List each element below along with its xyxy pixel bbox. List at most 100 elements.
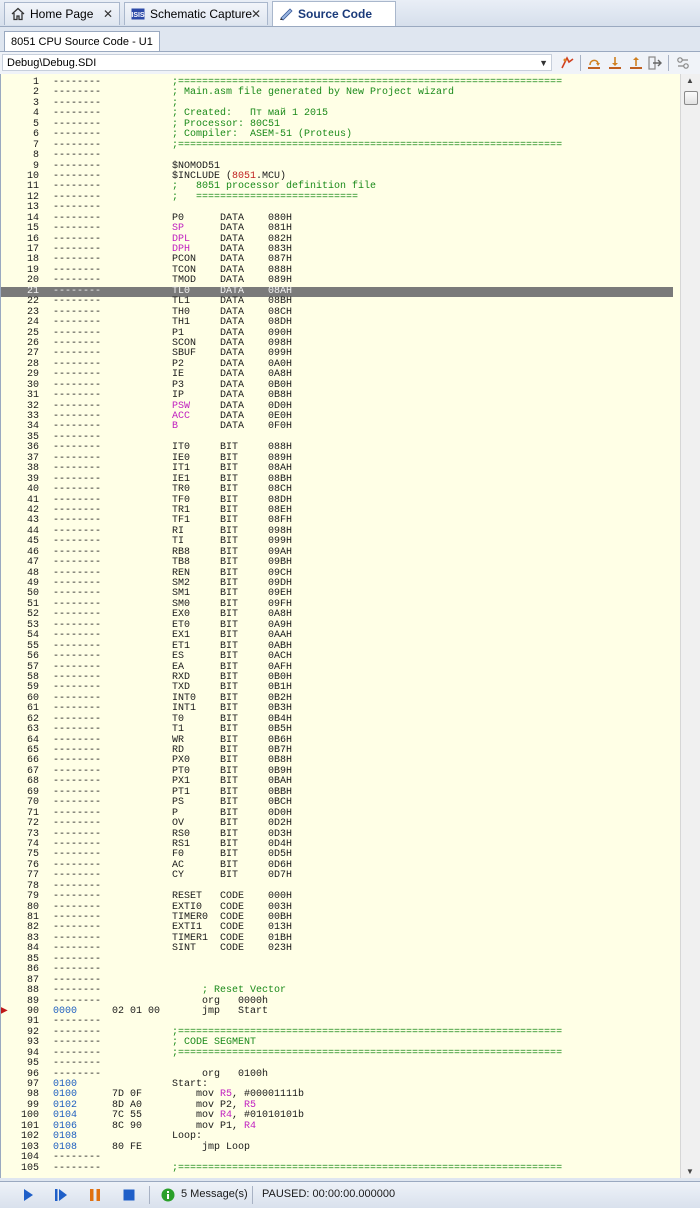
tab-cpu-source[interactable]: 8051 CPU Source Code - U1 xyxy=(4,31,160,51)
code-line[interactable]: 52 -------- EX0 BIT 0A8H xyxy=(1,609,673,620)
code-line[interactable]: 71 -------- P BIT 0D0H xyxy=(1,808,673,819)
code-line[interactable]: 73 -------- RS0 BIT 0D3H xyxy=(1,829,673,840)
code-line[interactable]: 57 -------- EA BIT 0AFH xyxy=(1,662,673,673)
code-line[interactable]: 76 -------- AC BIT 0D6H xyxy=(1,860,673,871)
code-line[interactable]: 20 -------- TMOD DATA 089H xyxy=(1,275,673,286)
code-line[interactable]: 13 -------- xyxy=(1,202,673,213)
code-line[interactable]: 60 -------- INT0 BIT 0B2H xyxy=(1,693,673,704)
code-line[interactable]: 16 -------- DPL DATA 082H xyxy=(1,234,673,245)
close-icon[interactable]: ✕ xyxy=(103,7,113,21)
code-line[interactable]: 95 -------- xyxy=(1,1058,673,1069)
code-line[interactable]: 85 -------- xyxy=(1,954,673,965)
code-line[interactable]: 19 -------- TCON DATA 088H xyxy=(1,265,673,276)
code-line[interactable]: 70 -------- PS BIT 0BCH xyxy=(1,797,673,808)
close-icon[interactable]: ✕ xyxy=(251,7,261,21)
code-line[interactable]: 26 -------- SCON DATA 098H xyxy=(1,338,673,349)
code-line[interactable]: 36 -------- IT0 BIT 088H xyxy=(1,442,673,453)
code-line[interactable]: 105 -------- ;============================… xyxy=(1,1163,673,1174)
code-line[interactable]: 23 -------- TH0 DATA 08CH xyxy=(1,307,673,318)
code-line[interactable]: 27 -------- SBUF DATA 099H xyxy=(1,348,673,359)
code-line[interactable]: 47 -------- TB8 BIT 09BH xyxy=(1,557,673,568)
step-out-button[interactable] xyxy=(627,54,645,72)
code-line[interactable]: 64 -------- WR BIT 0B6H xyxy=(1,735,673,746)
code-line[interactable]: 51 -------- SM0 BIT 09FH xyxy=(1,599,673,610)
code-line[interactable]: 28 -------- P2 DATA 0A0H xyxy=(1,359,673,370)
code-line[interactable]: 56 -------- ES BIT 0ACH xyxy=(1,651,673,662)
scroll-up-icon[interactable]: ▲ xyxy=(686,76,694,85)
code-line[interactable]: 30 -------- P3 DATA 0B0H xyxy=(1,380,673,391)
code-line[interactable]: 42 -------- TR1 BIT 08EH xyxy=(1,505,673,516)
step-into-button[interactable] xyxy=(606,54,624,72)
stop-button[interactable] xyxy=(121,1187,137,1203)
code-line[interactable]: 78 -------- xyxy=(1,881,673,892)
step-button[interactable] xyxy=(53,1187,69,1203)
code-line[interactable]: 74 -------- RS1 BIT 0D4H xyxy=(1,839,673,850)
step-exit-button[interactable] xyxy=(646,54,664,72)
code-line[interactable]: 99 0102 8D A0 mov P2, R5 xyxy=(1,1100,673,1111)
code-line[interactable]: ▶ 90 0000 02 01 00 jmp Start xyxy=(1,1006,673,1017)
code-line[interactable]: 14 -------- P0 DATA 080H xyxy=(1,213,673,224)
code-line[interactable]: 69 -------- PT1 BIT 0BBH xyxy=(1,787,673,798)
code-line[interactable]: 9 -------- $NOMOD51 xyxy=(1,161,673,172)
code-line[interactable]: 48 -------- REN BIT 09CH xyxy=(1,568,673,579)
code-line[interactable]: 29 -------- IE DATA 0A8H xyxy=(1,369,673,380)
code-line[interactable]: 59 -------- TXD BIT 0B1H xyxy=(1,682,673,693)
code-line[interactable]: 101 0106 8C 90 mov P1, R4 xyxy=(1,1121,673,1132)
code-line[interactable]: 80 -------- EXTI0 CODE 003H xyxy=(1,902,673,913)
code-line[interactable]: 8 -------- xyxy=(1,150,673,161)
code-line[interactable]: 33 -------- ACC DATA 0E0H xyxy=(1,411,673,422)
step-over-button[interactable] xyxy=(585,54,603,72)
code-line[interactable]: 24 -------- TH1 DATA 08DH xyxy=(1,317,673,328)
code-line[interactable]: 12 --------; =========================== xyxy=(1,192,673,203)
code-line[interactable]: 35 -------- xyxy=(1,432,673,443)
code-line[interactable]: 92 -------- ;=============================… xyxy=(1,1027,673,1038)
code-line[interactable]: 79 -------- RESET CODE 000H xyxy=(1,891,673,902)
code-line[interactable]: 55 -------- ET1 BIT 0ABH xyxy=(1,641,673,652)
code-line[interactable]: 61 -------- INT1 BIT 0B3H xyxy=(1,703,673,714)
code-line[interactable]: 49 -------- SM2 BIT 09DH xyxy=(1,578,673,589)
code-line[interactable]: 46 -------- RB8 BIT 09AH xyxy=(1,547,673,558)
code-line[interactable]: 53 -------- ET0 BIT 0A9H xyxy=(1,620,673,631)
code-line[interactable]: 102 0108 Loop: xyxy=(1,1131,673,1142)
code-line[interactable]: 87 -------- xyxy=(1,975,673,986)
code-line[interactable]: 66 -------- PX0 BIT 0B8H xyxy=(1,755,673,766)
code-line[interactable]: 75 -------- F0 BIT 0D5H xyxy=(1,849,673,860)
code-line[interactable]: 94 -------- ;=============================… xyxy=(1,1048,673,1059)
code-line[interactable]: 38 -------- IT1 BIT 08AH xyxy=(1,463,673,474)
code-line[interactable]: 84 -------- SINT CODE 023H xyxy=(1,943,673,954)
source-file-dropdown[interactable]: Debug\Debug.SDI ▼ xyxy=(2,54,552,71)
code-line[interactable]: 3 --------; xyxy=(1,98,673,109)
code-line[interactable]: 34 -------- B DATA 0F0H xyxy=(1,421,673,432)
tab-source-code[interactable]: Source Code xyxy=(272,1,396,26)
code-line[interactable]: 96 -------- org 0100h xyxy=(1,1069,673,1080)
run-to-cursor-button[interactable] xyxy=(558,54,576,72)
messages-count[interactable]: 5 Message(s) xyxy=(181,1188,248,1200)
code-line[interactable]: 37 -------- IE0 BIT 089H xyxy=(1,453,673,464)
code-line[interactable]: 63 -------- T1 BIT 0B5H xyxy=(1,724,673,735)
breakpoint-toggle-button[interactable] xyxy=(674,54,692,72)
code-line[interactable]: 45 -------- TI BIT 099H xyxy=(1,536,673,547)
code-line[interactable]: 97 0100 Start: xyxy=(1,1079,673,1090)
pause-button[interactable] xyxy=(87,1187,103,1203)
code-line[interactable]: 43 -------- TF1 BIT 08FH xyxy=(1,515,673,526)
code-line[interactable]: 17 -------- DPH DATA 083H xyxy=(1,244,673,255)
code-line[interactable]: 4 --------; Created: Пт май 1 2015 xyxy=(1,108,673,119)
code-line[interactable]: 50 -------- SM1 BIT 09EH xyxy=(1,588,673,599)
code-line[interactable]: 44 -------- RI BIT 098H xyxy=(1,526,673,537)
code-line[interactable]: 15 -------- SP DATA 081H xyxy=(1,223,673,234)
code-line[interactable]: 22 -------- TL1 DATA 08BH xyxy=(1,296,673,307)
tab-home-page[interactable]: Home Page ✕ xyxy=(4,2,120,25)
code-line[interactable]: 82 -------- EXTI1 CODE 013H xyxy=(1,922,673,933)
messages-info-button[interactable] xyxy=(160,1187,176,1203)
code-line[interactable]: 98 0100 7D 0F mov R5, #00001111b xyxy=(1,1089,673,1100)
code-line[interactable]: 62 -------- T0 BIT 0B4H xyxy=(1,714,673,725)
tab-schematic-capture[interactable]: ISIS Schematic Capture ✕ xyxy=(124,2,268,25)
code-line[interactable]: 54 -------- EX1 BIT 0AAH xyxy=(1,630,673,641)
code-line[interactable]: 32 -------- PSW DATA 0D0H xyxy=(1,401,673,412)
code-line[interactable]: 83 -------- TIMER1 CODE 01BH xyxy=(1,933,673,944)
code-line[interactable]: 88 -------- ; Reset Vector xyxy=(1,985,673,996)
code-line[interactable]: 2 --------; Main.asm file generated by Ne… xyxy=(1,87,673,98)
code-line[interactable]: 18 -------- PCON DATA 087H xyxy=(1,254,673,265)
code-line[interactable]: 58 -------- RXD BIT 0B0H xyxy=(1,672,673,683)
play-button[interactable] xyxy=(20,1187,36,1203)
